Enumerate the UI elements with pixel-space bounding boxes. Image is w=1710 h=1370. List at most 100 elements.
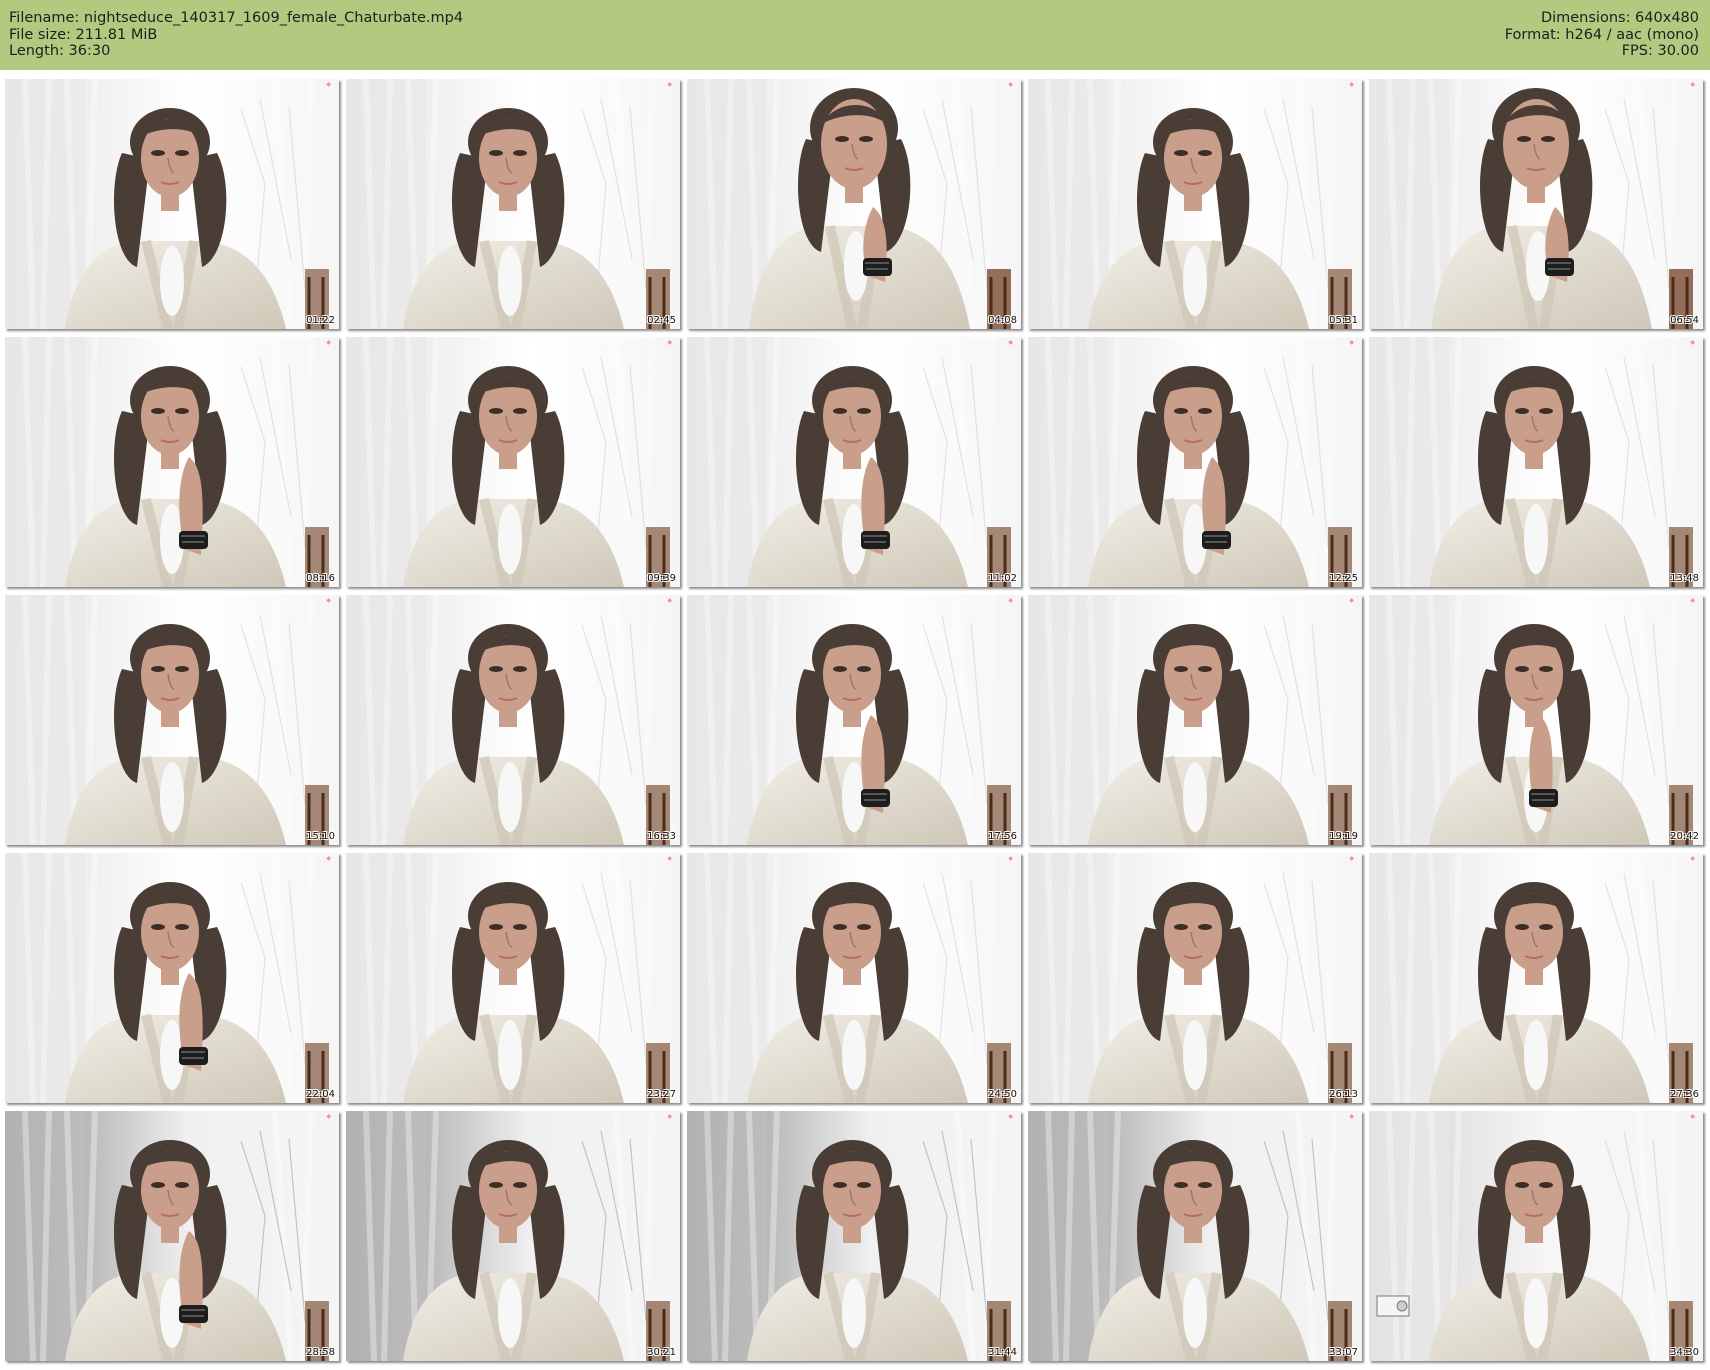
thumbnail-timestamp: 15:10 xyxy=(306,831,335,842)
thumbnail-image xyxy=(5,853,339,1103)
thumbnail-timestamp: 17:56 xyxy=(988,831,1017,842)
length-text: Length: 36:30 xyxy=(9,43,111,59)
thumbnail-timestamp: 23:27 xyxy=(647,1089,676,1100)
thumbnail-timestamp: 33:07 xyxy=(1329,1347,1358,1358)
thumbnail-image xyxy=(346,79,680,329)
thumbnail-image xyxy=(1028,79,1362,329)
thumbnail-timestamp: 20:42 xyxy=(1670,831,1699,842)
thumbnail-image xyxy=(346,853,680,1103)
watermark-icon: ◆ xyxy=(1008,855,1013,862)
video-thumbnail: ◆ 17:56 xyxy=(687,595,1021,845)
watermark-icon: ◆ xyxy=(326,855,331,862)
thumbnail-image xyxy=(346,337,680,587)
thumbnail-image xyxy=(1028,337,1362,587)
thumbnail-timestamp: 34:30 xyxy=(1670,1347,1699,1358)
watermark-icon: ◆ xyxy=(667,597,672,604)
watermark-icon: ◆ xyxy=(1349,81,1354,88)
watermark-icon: ◆ xyxy=(326,1113,331,1120)
video-thumbnail: ◆ 15:10 xyxy=(5,595,339,845)
thumbnail-timestamp: 01:22 xyxy=(306,315,335,326)
thumbnail-timestamp: 26:13 xyxy=(1329,1089,1358,1100)
watermark-icon: ◆ xyxy=(1690,339,1695,346)
watermark-icon: ◆ xyxy=(1008,1113,1013,1120)
watermark-icon: ◆ xyxy=(1349,339,1354,346)
thumbnail-image xyxy=(1369,595,1703,845)
watermark-icon: ◆ xyxy=(1690,855,1695,862)
video-thumbnail: ◆ 11:02 xyxy=(687,337,1021,587)
thumbnail-timestamp: 24:50 xyxy=(988,1089,1017,1100)
thumbnail-timestamp: 19:19 xyxy=(1329,831,1358,842)
file-info-left: Filename: nightseduce_140317_1609_female… xyxy=(9,10,463,60)
thumbnail-timestamp: 13:48 xyxy=(1670,573,1699,584)
thumbnail-image xyxy=(5,337,339,587)
watermark-icon: ◆ xyxy=(667,339,672,346)
watermark-icon: ◆ xyxy=(1008,339,1013,346)
watermark-icon: ◆ xyxy=(1690,597,1695,604)
thumbnail-image xyxy=(5,1111,339,1361)
watermark-icon: ◆ xyxy=(667,1113,672,1120)
watermark-icon: ◆ xyxy=(1690,81,1695,88)
contact-sheet-header: Filename: nightseduce_140317_1609_female… xyxy=(0,0,1710,70)
video-thumbnail: ◆ 09:39 xyxy=(346,337,680,587)
thumbnail-image xyxy=(1369,337,1703,587)
thumbnail-grid: ◆ 01:22 ◆ 02:45 ◆ 04:08 ◆ 05:31 ◆ 06:54 … xyxy=(5,79,1705,1365)
video-thumbnail: ◆ 30:21 xyxy=(346,1111,680,1361)
watermark-icon: ◆ xyxy=(1008,597,1013,604)
video-thumbnail: ◆ 13:48 xyxy=(1369,337,1703,587)
video-thumbnail: ◆ 31:44 xyxy=(687,1111,1021,1361)
thumbnail-timestamp: 09:39 xyxy=(647,573,676,584)
video-thumbnail: ◆ 02:45 xyxy=(346,79,680,329)
watermark-icon: ◆ xyxy=(1349,1113,1354,1120)
thumbnail-image xyxy=(1369,1111,1703,1361)
thumbnail-image xyxy=(687,1111,1021,1361)
file-info-right: Dimensions: 640x480 Format: h264 / aac (… xyxy=(1505,10,1699,60)
video-thumbnail: ◆ 33:07 xyxy=(1028,1111,1362,1361)
video-thumbnail: ◆ 12:25 xyxy=(1028,337,1362,587)
video-thumbnail: ◆ 23:27 xyxy=(346,853,680,1103)
filesize-text: File size: 211.81 MiB xyxy=(9,26,158,43)
video-thumbnail: ◆ 26:13 xyxy=(1028,853,1362,1103)
thumbnail-timestamp: 06:54 xyxy=(1670,315,1699,326)
thumbnail-timestamp: 04:08 xyxy=(988,315,1017,326)
video-thumbnail: ◆ 27:36 xyxy=(1369,853,1703,1103)
watermark-icon: ◆ xyxy=(667,81,672,88)
video-thumbnail: ◆ 16:33 xyxy=(346,595,680,845)
video-thumbnail: ◆ 04:08 xyxy=(687,79,1021,329)
thumbnail-image xyxy=(687,595,1021,845)
thumbnail-image xyxy=(346,1111,680,1361)
thumbnail-timestamp: 28:58 xyxy=(306,1347,335,1358)
thumbnail-image xyxy=(1028,1111,1362,1361)
thumbnail-image xyxy=(687,337,1021,587)
thumbnail-image xyxy=(1028,853,1362,1103)
video-thumbnail: ◆ 05:31 xyxy=(1028,79,1362,329)
watermark-icon: ◆ xyxy=(1690,1113,1695,1120)
thumbnail-timestamp: 02:45 xyxy=(647,315,676,326)
watermark-icon: ◆ xyxy=(326,81,331,88)
thumbnail-image xyxy=(346,595,680,845)
thumbnail-timestamp: 11:02 xyxy=(988,573,1017,584)
fps-text: FPS: 30.00 xyxy=(1621,43,1699,59)
video-thumbnail: ◆ 01:22 xyxy=(5,79,339,329)
video-thumbnail: ◆ 19:19 xyxy=(1028,595,1362,845)
video-thumbnail: ◆ 34:30 xyxy=(1369,1111,1703,1361)
watermark-icon: ◆ xyxy=(326,597,331,604)
thumbnail-image xyxy=(687,853,1021,1103)
thumbnail-image xyxy=(1369,79,1703,329)
thumbnail-image xyxy=(1369,853,1703,1103)
thumbnail-image xyxy=(5,595,339,845)
filename-text: Filename: nightseduce_140317_1609_female… xyxy=(9,10,464,26)
watermark-icon: ◆ xyxy=(667,855,672,862)
thumbnail-timestamp: 05:31 xyxy=(1329,315,1358,326)
watermark-icon: ◆ xyxy=(1349,855,1354,862)
thumbnail-image xyxy=(5,79,339,329)
thumbnail-timestamp: 08:16 xyxy=(306,573,335,584)
format-text: Format: h264 / aac (mono) xyxy=(1504,26,1699,43)
thumbnail-image xyxy=(687,79,1021,329)
thumbnail-timestamp: 12:25 xyxy=(1329,573,1358,584)
thumbnail-timestamp: 22:04 xyxy=(306,1089,335,1100)
dimensions-text: Dimensions: 640x480 xyxy=(1540,10,1699,26)
watermark-icon: ◆ xyxy=(326,339,331,346)
video-thumbnail: ◆ 20:42 xyxy=(1369,595,1703,845)
video-thumbnail: ◆ 28:58 xyxy=(5,1111,339,1361)
video-thumbnail: ◆ 22:04 xyxy=(5,853,339,1103)
